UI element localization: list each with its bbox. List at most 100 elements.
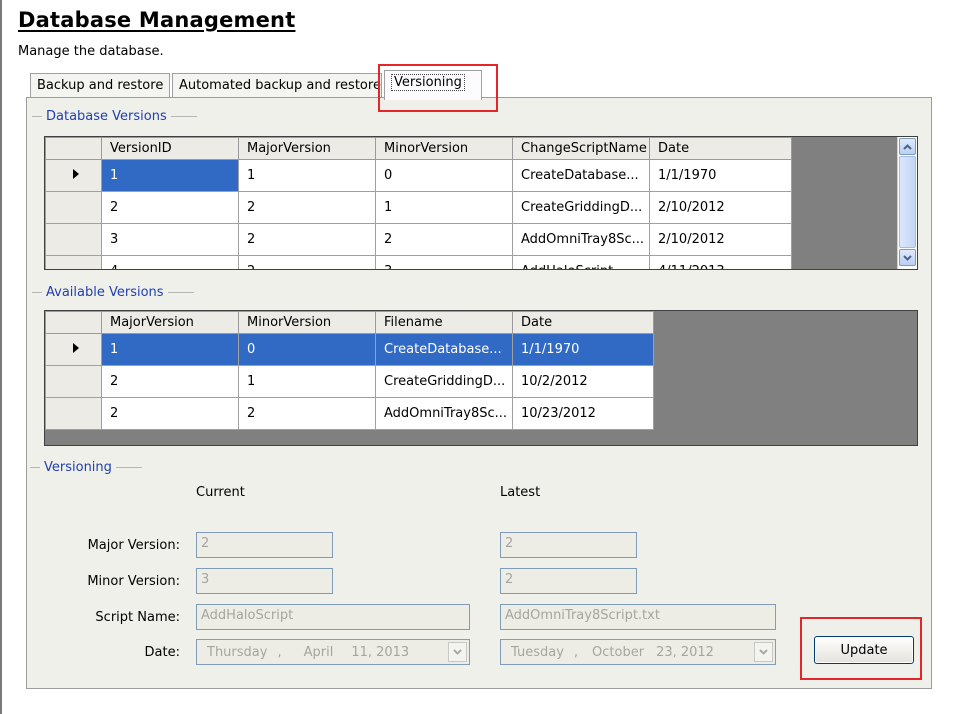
- date-label: Date:: [144, 645, 180, 660]
- current-row-arrow-icon: [72, 169, 79, 179]
- row-header[interactable]: [45, 191, 102, 224]
- latest-script-name-field[interactable]: AddOmniTray8Script.txt: [500, 604, 776, 630]
- tab-backup-and-restore[interactable]: Backup and restore: [30, 73, 170, 97]
- tab-label: Automated backup and restore: [179, 78, 381, 93]
- current-script-name-field[interactable]: AddHaloScript: [196, 604, 470, 630]
- cell[interactable]: 1: [238, 159, 376, 192]
- column-header-filename[interactable]: Filename: [375, 311, 513, 334]
- date-day-year: 23, 2012: [656, 644, 714, 660]
- row-header[interactable]: [45, 223, 102, 256]
- cell[interactable]: 2: [238, 255, 376, 269]
- cell[interactable]: 1: [375, 191, 513, 224]
- grid-header-row: MajorVersion MinorVersion Filename Date: [45, 311, 654, 334]
- cell[interactable]: 2: [238, 223, 376, 256]
- column-header-minorversion[interactable]: MinorVersion: [375, 137, 513, 160]
- page-title: Database Management: [18, 8, 296, 32]
- grid-header-row: VersionID MajorVersion MinorVersion Chan…: [45, 137, 792, 160]
- minor-version-label: Minor Version:: [87, 574, 180, 589]
- date-weekday: Thursday: [207, 644, 268, 660]
- table-row[interactable]: 2 2 AddOmniTray8Sc... 10/23/2012: [45, 397, 654, 430]
- row-header[interactable]: [45, 255, 102, 269]
- current-date-picker[interactable]: Thursday , April 11, 2013: [196, 639, 470, 665]
- cell[interactable]: CreateGriddingD...: [375, 365, 513, 398]
- table-row[interactable]: 2 1 CreateGriddingD... 10/2/2012: [45, 365, 654, 398]
- cell[interactable]: 2: [101, 191, 239, 224]
- chevron-down-icon: [759, 649, 768, 655]
- cell[interactable]: 1: [101, 159, 239, 192]
- vertical-scrollbar[interactable]: [897, 137, 917, 269]
- latest-major-version-field[interactable]: 2: [500, 532, 637, 558]
- cell[interactable]: 4: [101, 255, 239, 269]
- table-row[interactable]: 1 1 0 CreateDatabase... 1/1/1970: [45, 159, 792, 192]
- cell[interactable]: 10/2/2012: [512, 365, 654, 398]
- latest-date-picker[interactable]: Tuesday , October 23, 2012: [500, 639, 776, 665]
- available-versions-grid[interactable]: MajorVersion MinorVersion Filename Date …: [44, 310, 918, 446]
- date-separator: ,: [573, 644, 579, 660]
- date-day-year: 11, 2013: [351, 644, 410, 660]
- scroll-up-button[interactable]: [899, 138, 916, 155]
- highlight-box-update-button: [800, 617, 922, 680]
- cell[interactable]: AddOmniTray8Sc...: [512, 223, 650, 256]
- current-row-arrow-icon: [72, 343, 79, 353]
- row-header[interactable]: [45, 397, 102, 430]
- column-header-majorversion[interactable]: MajorVersion: [101, 311, 239, 334]
- date-month: October: [592, 644, 645, 660]
- tab-automated-backup-and-restore[interactable]: Automated backup and restore: [172, 73, 382, 97]
- table-row[interactable]: 1 0 CreateDatabase... 1/1/1970: [45, 333, 654, 366]
- cell[interactable]: 2/10/2012: [649, 223, 792, 256]
- date-separator: ,: [277, 644, 282, 660]
- cell[interactable]: 2: [375, 223, 513, 256]
- legend-rule: [30, 467, 40, 468]
- latest-column-header: Latest: [500, 485, 541, 500]
- column-header-majorversion[interactable]: MajorVersion: [238, 137, 376, 160]
- row-header[interactable]: [45, 365, 102, 398]
- cell[interactable]: 1: [238, 365, 376, 398]
- table-row[interactable]: 4 2 3 AddHaloScript 4/11/2013: [45, 255, 792, 269]
- cell[interactable]: 3: [101, 223, 239, 256]
- cell[interactable]: 2: [101, 397, 239, 430]
- column-header-minorversion[interactable]: MinorVersion: [238, 311, 376, 334]
- database-versions-legend: Database Versions: [32, 109, 197, 124]
- cell[interactable]: 2: [238, 191, 376, 224]
- current-major-version-field[interactable]: 2: [196, 532, 333, 558]
- table-row[interactable]: 3 2 2 AddOmniTray8Sc... 2/10/2012: [45, 223, 792, 256]
- cell[interactable]: CreateGriddingD...: [512, 191, 650, 224]
- available-versions-title: Available Versions: [46, 285, 164, 300]
- cell[interactable]: AddOmniTray8Sc...: [375, 397, 513, 430]
- cell[interactable]: 1/1/1970: [649, 159, 792, 192]
- scroll-thumb[interactable]: [899, 156, 916, 248]
- cell[interactable]: 0: [375, 159, 513, 192]
- date-dropdown-button[interactable]: [448, 642, 467, 662]
- latest-minor-version-field[interactable]: 2: [500, 568, 637, 594]
- versioning-legend: Versioning: [30, 460, 142, 475]
- column-header-versionid[interactable]: VersionID: [101, 137, 239, 160]
- column-header-date[interactable]: Date: [512, 311, 654, 334]
- tab-label: Backup and restore: [37, 78, 164, 93]
- cell[interactable]: 1/1/1970: [512, 333, 654, 366]
- cell[interactable]: 1: [101, 333, 239, 366]
- cell[interactable]: 2/10/2012: [649, 191, 792, 224]
- current-minor-version-field[interactable]: 3: [196, 568, 333, 594]
- left-border: [0, 0, 2, 714]
- cell[interactable]: 3: [375, 255, 513, 269]
- cell[interactable]: 0: [238, 333, 376, 366]
- legend-rule: [32, 292, 42, 293]
- row-header[interactable]: [45, 159, 102, 192]
- column-header-changescriptname[interactable]: ChangeScriptName: [512, 137, 650, 160]
- cell[interactable]: CreateDatabase...: [512, 159, 650, 192]
- date-dropdown-button[interactable]: [754, 642, 773, 662]
- cell[interactable]: 2: [101, 365, 239, 398]
- cell[interactable]: 2: [238, 397, 376, 430]
- current-column-header: Current: [196, 485, 245, 500]
- cell[interactable]: AddHaloScript: [512, 255, 650, 269]
- legend-rule: [115, 467, 142, 468]
- grid-corner: [45, 137, 102, 160]
- database-versions-grid[interactable]: VersionID MajorVersion MinorVersion Chan…: [44, 136, 918, 270]
- row-header[interactable]: [45, 333, 102, 366]
- cell[interactable]: 4/11/2013: [649, 255, 792, 269]
- column-header-date[interactable]: Date: [649, 137, 792, 160]
- table-row[interactable]: 2 2 1 CreateGriddingD... 2/10/2012: [45, 191, 792, 224]
- cell[interactable]: 10/23/2012: [512, 397, 654, 430]
- cell[interactable]: CreateDatabase...: [375, 333, 513, 366]
- scroll-down-button[interactable]: [899, 249, 916, 266]
